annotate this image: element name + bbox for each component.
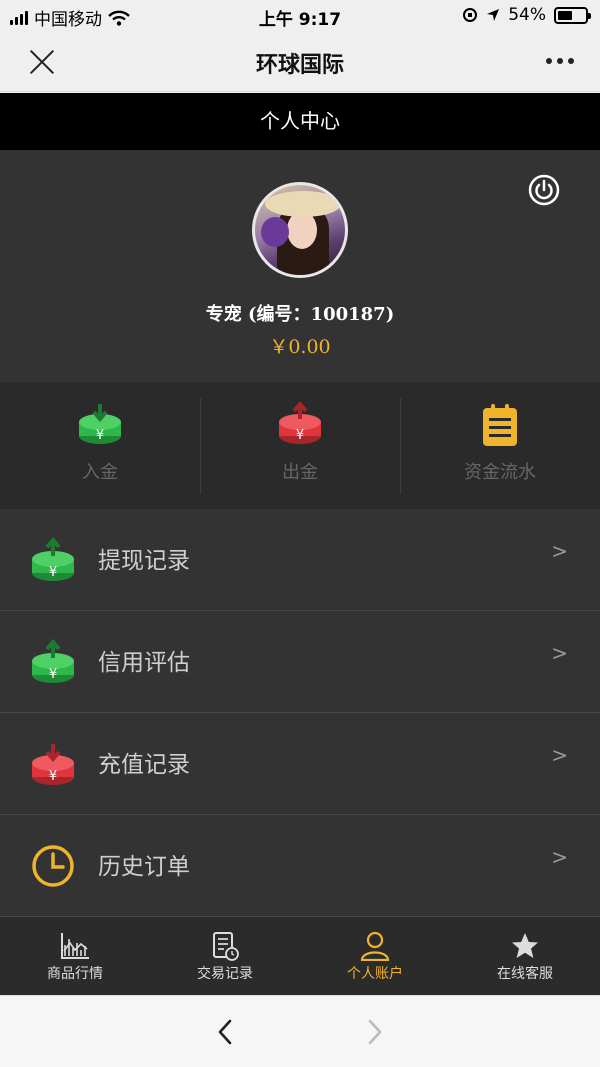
battery-percent: 54% (508, 5, 546, 25)
back-arrow-icon[interactable] (212, 1018, 240, 1046)
tab-support[interactable]: 在线客服 (450, 917, 600, 995)
clipboard-icon (483, 404, 517, 446)
menu-label: 充值记录 (98, 752, 190, 778)
chart-icon (61, 933, 89, 959)
menu-item-credit[interactable]: ¥ 信用评估 > (0, 611, 600, 713)
tab-label: 个人账户 (347, 966, 403, 982)
credit-icon: ¥ (32, 639, 74, 683)
fund-flow-label: 资金流水 (464, 462, 536, 483)
fund-flow-button[interactable]: 资金流水 (400, 382, 600, 509)
menu-label: 历史订单 (98, 854, 190, 880)
user-icon (360, 931, 390, 961)
tab-account[interactable]: 个人账户 (300, 917, 450, 995)
power-icon[interactable] (528, 174, 560, 206)
quick-actions: ¥ 入金 ¥ 出金 资金流水 (0, 382, 600, 509)
recharge-record-icon: ¥ (32, 744, 74, 785)
chevron-right-icon: > (551, 641, 568, 665)
status-bar: 中国移动 上午 9:17 54% (0, 0, 600, 32)
withdraw-icon: ¥ (279, 402, 321, 444)
deposit-label: 入金 (82, 462, 118, 483)
withdraw-label: 出金 (282, 462, 318, 483)
menu-item-recharge-record[interactable]: ¥ 充值记录 > (0, 713, 600, 815)
browser-toolbar (0, 995, 600, 1067)
tab-bar: 商品行情 交易记录 个人账户 在线客服 (0, 917, 600, 995)
svg-text:¥: ¥ (296, 428, 304, 443)
svg-text:¥: ¥ (49, 667, 57, 682)
clock-icon (32, 845, 74, 887)
svg-text:¥: ¥ (49, 565, 57, 580)
battery-icon (554, 6, 591, 24)
battery-level (558, 10, 573, 20)
menu-item-order-history[interactable]: 历史订单 > (0, 815, 600, 917)
tab-label: 商品行情 (47, 966, 103, 982)
deposit-button[interactable]: ¥ 入金 (0, 382, 200, 509)
tab-market[interactable]: 商品行情 (0, 917, 150, 995)
profile-panel: 专宠 (编号：100187) ￥0.00 (0, 150, 600, 382)
chevron-right-icon: > (551, 743, 568, 767)
menu-label: 提现记录 (98, 548, 190, 574)
forward-arrow-icon[interactable] (360, 1018, 388, 1046)
avatar[interactable] (252, 182, 348, 278)
withdraw-record-icon: ¥ (32, 537, 74, 581)
menu-list: ¥ 提现记录 > ¥ 信用评估 > ¥ 充值记录 > 历史订单 > (0, 509, 600, 917)
chevron-right-icon: > (551, 539, 568, 563)
tab-trades[interactable]: 交易记录 (150, 917, 300, 995)
document-icon (213, 932, 239, 961)
tab-label: 在线客服 (497, 966, 553, 982)
menu-item-withdraw-record[interactable]: ¥ 提现记录 > (0, 509, 600, 611)
nav-title: 环球国际 (255, 53, 344, 78)
user-name-id: 专宠 (编号：100187) (205, 304, 395, 325)
location-icon (487, 9, 500, 21)
chevron-right-icon: > (551, 845, 568, 869)
rotation-lock-icon (463, 8, 478, 22)
more-icon[interactable] (546, 58, 574, 64)
deposit-icon: ¥ (79, 404, 121, 444)
nav-bar: 环球国际 (0, 32, 600, 92)
page-title: 个人中心 (0, 93, 600, 150)
balance-amount: ￥0.00 (269, 336, 331, 358)
withdraw-button[interactable]: ¥ 出金 (200, 382, 400, 509)
menu-label: 信用评估 (98, 650, 190, 676)
svg-text:¥: ¥ (49, 769, 57, 784)
svg-text:¥: ¥ (96, 428, 104, 443)
star-icon (512, 933, 538, 958)
tab-label: 交易记录 (197, 966, 253, 982)
